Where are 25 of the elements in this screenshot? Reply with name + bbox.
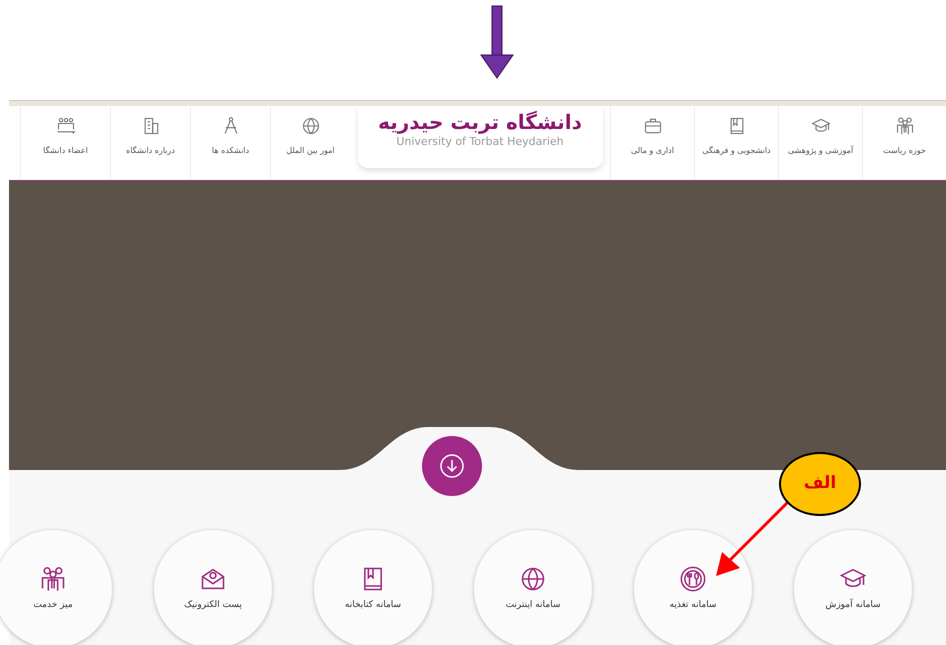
nav-link[interactable]: اداری و مالی [631,144,674,158]
quick-link-button[interactable]: سامانه تغذیه [634,530,752,645]
people-icon [894,116,914,136]
quick-link-button[interactable]: سامانه آموزش [794,530,912,645]
quick-link-button[interactable]: میز خدمت [0,530,112,645]
logo-title: دانشگاه تربت حیدریه [378,110,582,134]
down-arrow-icon [480,5,514,79]
nav-link[interactable]: اعضاء دانشگا [43,144,88,158]
group-icon [56,116,76,136]
nav-link[interactable]: آموزشی و پژوهشی [788,144,854,158]
briefcase-icon [642,116,662,136]
nav-link[interactable]: درباره دانشگاه [126,144,175,158]
logo-subtitle: University of Torbat Heydarieh [396,134,564,150]
pointer-arrow-icon [714,500,790,578]
nav-link[interactable]: حوزه ریاست [883,144,926,158]
quick-link-button[interactable]: سامانه کتابخانه [314,530,432,645]
quick-link-button[interactable]: سامانه اینترنت [474,530,592,645]
callout-label: الف [804,472,836,496]
nav-link[interactable]: دانشکده ها [212,144,250,158]
globe-icon [300,116,320,136]
quick-link-button[interactable]: پست الکترونیک [154,530,272,645]
nav-link[interactable]: امور بین الملل [286,144,335,158]
plate-cutlery-icon [679,565,707,594]
nav-link[interactable]: دانشجویی و فرهنگی [702,144,771,158]
people-icon [39,565,67,594]
